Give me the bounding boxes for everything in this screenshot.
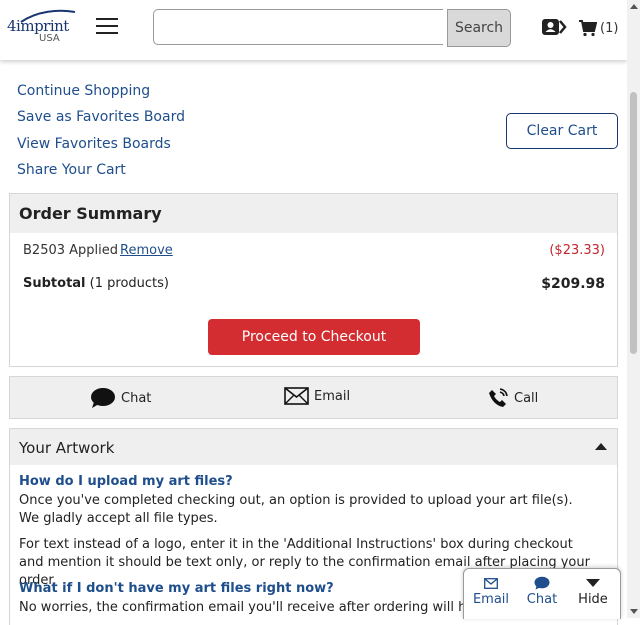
chat-bubble-icon	[91, 388, 115, 408]
promo-code-text: B2503 Applied	[23, 243, 119, 258]
faq-question-no-files: What if I don't have my art files right …	[19, 581, 334, 596]
save-favorites-link[interactable]: Save as Favorites Board	[17, 109, 185, 125]
faq-question-upload: How do I upload my art files?	[19, 474, 233, 489]
continue-shopping-link[interactable]: Continue Shopping	[17, 83, 150, 99]
site-header: 4imprint USA Search (1)	[0, 0, 627, 60]
floating-hide-button[interactable]: Hide	[567, 575, 619, 607]
artwork-accordion-header[interactable]: Your Artwork	[9, 428, 618, 465]
contact-bar: Chat Email Call	[9, 376, 618, 419]
subtotal-value: $209.98	[541, 276, 605, 292]
artwork-title: Your Artwork	[19, 439, 115, 457]
floating-email-label: Email	[472, 592, 510, 607]
scroll-up-icon[interactable]	[630, 4, 638, 9]
subtotal-label: Subtotal (1 products)	[23, 276, 169, 291]
page-scrollbar[interactable]	[627, 0, 640, 618]
floating-email-button[interactable]: Email	[465, 575, 517, 607]
discount-amount: ($23.33)	[549, 243, 605, 258]
chat-bubble-icon	[534, 576, 550, 590]
contact-call-button[interactable]: Call	[487, 387, 538, 409]
cart-icon	[579, 20, 597, 37]
cart-count: (1)	[600, 20, 619, 36]
account-icon[interactable]	[541, 17, 567, 37]
envelope-icon	[284, 387, 309, 405]
contact-chat-button[interactable]: Chat	[90, 387, 151, 409]
menu-icon[interactable]	[96, 18, 118, 36]
proceed-to-checkout-button[interactable]: Proceed to Checkout	[208, 319, 420, 355]
floating-hide-label: Hide	[578, 592, 608, 607]
chevron-down-icon	[586, 579, 600, 587]
clear-cart-button[interactable]: Clear Cart	[506, 113, 618, 149]
cart-link[interactable]: (1)	[579, 17, 618, 39]
faq-answer-upload: Once you've completed checking out, an o…	[19, 493, 573, 526]
order-summary-header: Order Summary	[10, 194, 617, 233]
search-button[interactable]: Search	[447, 9, 511, 47]
contact-chat-label: Chat	[121, 390, 152, 406]
subtotal-count: (1 products)	[89, 276, 169, 291]
logo-region: USA	[39, 33, 60, 44]
floating-chat-button[interactable]: Chat	[516, 575, 568, 607]
order-summary-title: Order Summary	[19, 204, 162, 223]
order-summary-panel: Order Summary B2503 Applied Remove ($23.…	[9, 193, 618, 367]
contact-call-label: Call	[514, 390, 539, 406]
contact-email-button[interactable]: Email	[284, 387, 350, 405]
floating-chat-label: Chat	[526, 592, 558, 607]
collapse-arrow-icon[interactable]	[595, 443, 607, 450]
search-input[interactable]	[153, 9, 443, 45]
remove-promo-link[interactable]: Remove	[120, 243, 173, 258]
scroll-thumb[interactable]	[630, 92, 637, 354]
envelope-icon	[484, 577, 498, 589]
view-favorites-link[interactable]: View Favorites Boards	[17, 136, 171, 152]
site-logo[interactable]: 4imprint USA	[5, 9, 76, 45]
floating-help-bar: Email Chat Hide	[463, 568, 621, 619]
share-cart-link[interactable]: Share Your Cart	[17, 162, 126, 178]
phone-icon	[489, 388, 508, 407]
contact-email-label: Email	[314, 388, 351, 404]
scroll-down-icon[interactable]	[630, 609, 638, 614]
